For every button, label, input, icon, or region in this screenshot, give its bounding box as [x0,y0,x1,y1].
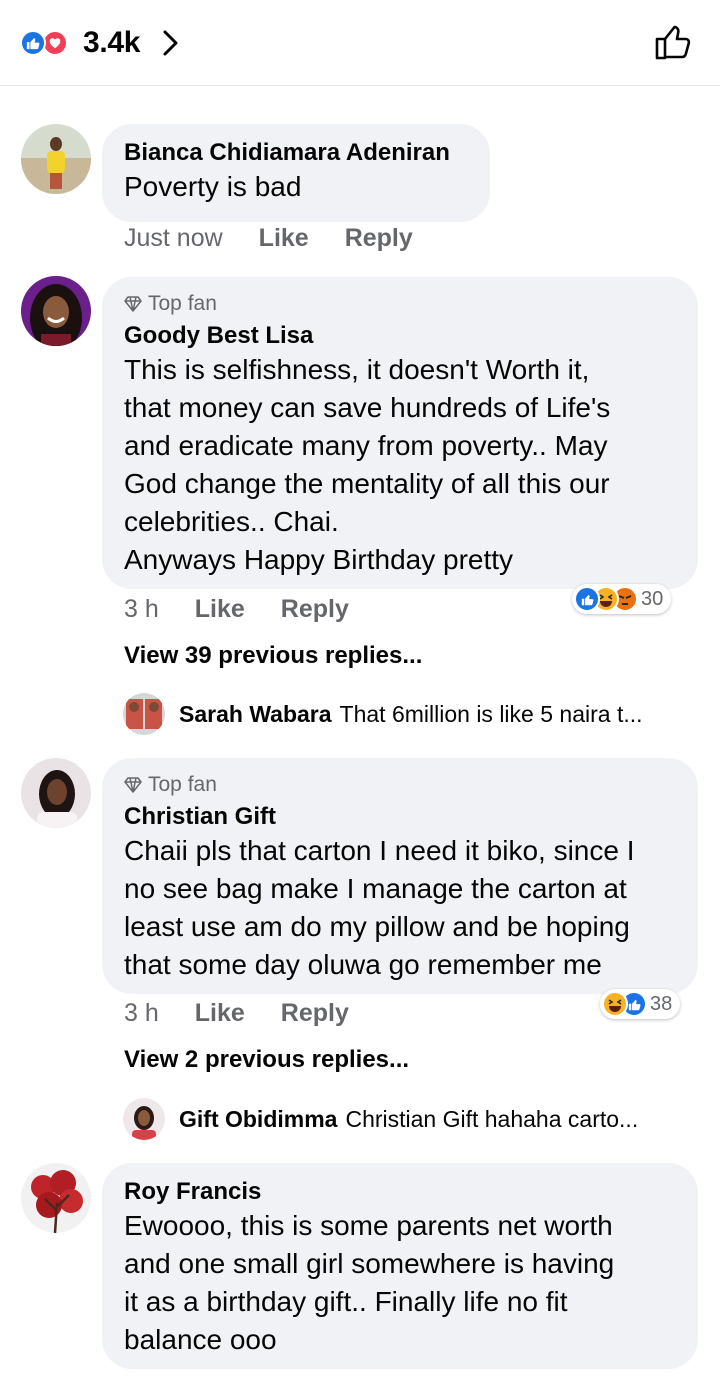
reply-button[interactable]: Reply [281,999,349,1028]
comment-text: Ewoooo, this is some parents net worth a… [124,1210,615,1355]
comment-author[interactable]: Bianca Chidiamara Adeniran [124,138,468,168]
like-reaction-icon [574,586,600,612]
diamond-icon [124,777,142,793]
view-previous-replies-link[interactable]: View 2 previous replies... [124,1046,409,1074]
reaction-count: 38 [650,992,673,1015]
chevron-right-icon[interactable] [162,30,180,61]
comment-author[interactable]: Christian Gift [124,802,676,832]
reply-author[interactable]: Sarah Wabara [179,701,332,728]
latest-reply[interactable]: Sarah Wabara That 6million is like 5 nai… [123,693,643,735]
comment-bubble[interactable]: Top fan Christian Gift Chaii pls that ca… [102,758,698,994]
comment-text: Chaii pls that carton I need it biko, si… [124,835,635,980]
avatar[interactable] [123,1098,165,1140]
reply-text: That 6million is like 5 naira t... [339,700,643,727]
reaction-summary[interactable] [20,30,78,56]
comment-bubble[interactable]: Bianca Chidiamara Adeniran Poverty is ba… [102,124,490,222]
reactions-header: 3.4k [0,0,720,86]
like-comment-button[interactable]: Like [195,595,245,624]
avatar[interactable] [123,693,165,735]
avatar[interactable] [21,124,91,194]
badge-label: Top fan [148,292,217,315]
avatar[interactable] [21,276,91,346]
comment-bubble[interactable]: Roy Francis Ewoooo, this is some parents… [102,1163,698,1369]
comment-time[interactable]: 3 h [124,999,159,1028]
comment-reactions[interactable]: 38 [600,989,681,1019]
comment-time[interactable]: Just now [124,224,223,253]
comment-reactions[interactable]: 30 [572,584,672,614]
like-button-icon[interactable] [655,24,693,65]
reply-text: Christian Gift hahaha carto... [345,1105,639,1132]
latest-reply[interactable]: Gift Obidimma Christian Gift hahaha cart… [123,1098,638,1140]
badge-label: Top fan [148,773,217,796]
comment-author[interactable]: Roy Francis [124,1177,676,1207]
comment-author[interactable]: Goody Best Lisa [124,321,676,351]
top-fan-badge: Top fan [124,291,676,317]
diamond-icon [124,296,142,312]
avatar[interactable] [21,758,91,828]
reaction-count: 30 [641,587,664,610]
reply-button[interactable]: Reply [345,224,413,253]
top-fan-badge: Top fan [124,772,676,798]
reply-button[interactable]: Reply [281,595,349,624]
view-previous-replies-link[interactable]: View 39 previous replies... [124,642,422,670]
like-reaction-icon [20,30,46,56]
avatar[interactable] [21,1163,91,1233]
comment-text: Poverty is bad [124,171,302,202]
like-comment-button[interactable]: Like [259,224,309,253]
reaction-count[interactable]: 3.4k [83,26,141,60]
comment-time[interactable]: 3 h [124,595,159,624]
haha-reaction-icon [602,991,628,1017]
like-comment-button[interactable]: Like [195,999,245,1028]
comment-text: This is selfishness, it doesn't Worth it… [124,354,611,575]
reply-author[interactable]: Gift Obidimma [179,1106,337,1133]
comment-bubble[interactable]: Top fan Goody Best Lisa This is selfishn… [102,277,698,589]
